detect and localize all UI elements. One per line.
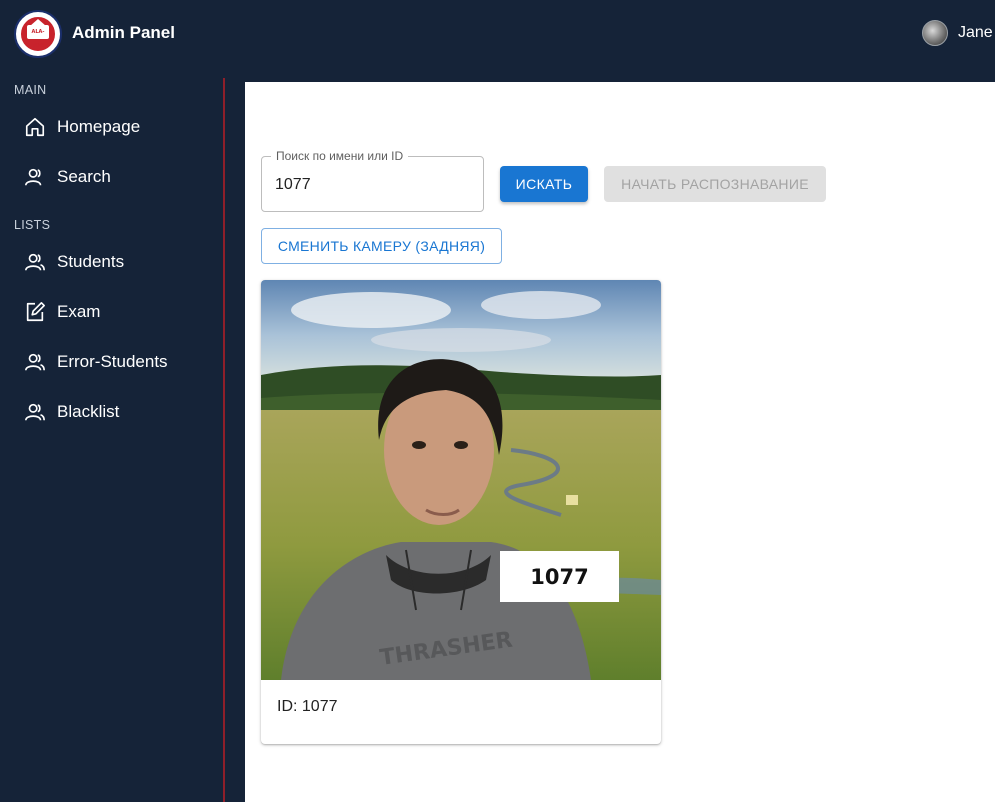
sidebar-item-students[interactable]: Students (14, 240, 214, 284)
sidebar-item-blacklist[interactable]: Blacklist (14, 390, 214, 434)
sidebar-item-search[interactable]: Search (14, 155, 214, 199)
sidebar-divider (223, 78, 225, 802)
section-label-lists: LISTS (14, 218, 51, 232)
logo-ring: ALA-TOO (19, 15, 57, 53)
sidebar-item-label: Students (57, 252, 125, 271)
search-field[interactable]: Поиск по имени или ID (261, 149, 484, 212)
sidebar-item-label: Search (57, 167, 111, 186)
recognized-id-overlay: 1077 (500, 551, 619, 602)
sidebar-item-label: Exam (57, 302, 101, 321)
search-field-label: Поиск по имени или ID (271, 149, 409, 163)
sidebar-item-label: Blacklist (57, 402, 120, 421)
logo-badge: ALA-TOO (27, 25, 49, 49)
people-icon (23, 250, 47, 274)
student-photo: THRASHER 1077 (261, 280, 661, 680)
home-icon (23, 115, 47, 139)
student-id-caption: ID: 1077 (277, 698, 338, 715)
edit-icon (23, 300, 47, 324)
start-recognition-button[interactable]: НАЧАТЬ РАСПОЗНАВАНИЕ (604, 166, 826, 202)
sidebar-item-error-students[interactable]: Error-Students (14, 340, 214, 384)
student-card[interactable]: THRASHER 1077 ID: 1077 (261, 280, 661, 744)
sidebar-item-homepage[interactable]: Homepage (14, 105, 214, 149)
main-content: Поиск по имени или ID ИСКАТЬ НАЧАТЬ РАСП… (245, 82, 995, 802)
search-input[interactable] (275, 174, 470, 196)
app-title: Admin Panel (72, 23, 175, 42)
search-button[interactable]: ИСКАТЬ (500, 166, 588, 202)
people-icon (23, 350, 47, 374)
switch-camera-button[interactable]: СМЕНИТЬ КАМЕРУ (ЗАДНЯЯ) (261, 228, 502, 264)
sidebar-item-label: Homepage (57, 117, 141, 136)
people-icon (23, 400, 47, 424)
sidebar-item-exam[interactable]: Exam (14, 290, 214, 334)
university-logo[interactable]: ALA-TOO (14, 10, 62, 58)
user-avatar[interactable] (922, 20, 948, 46)
sidebar-item-label: Error-Students (57, 352, 168, 371)
user-name[interactable]: Jane (958, 24, 993, 42)
top-bar: ALA-TOO Admin Panel Jane (0, 0, 995, 68)
person-icon (23, 165, 47, 189)
section-label-main: MAIN (14, 83, 47, 97)
